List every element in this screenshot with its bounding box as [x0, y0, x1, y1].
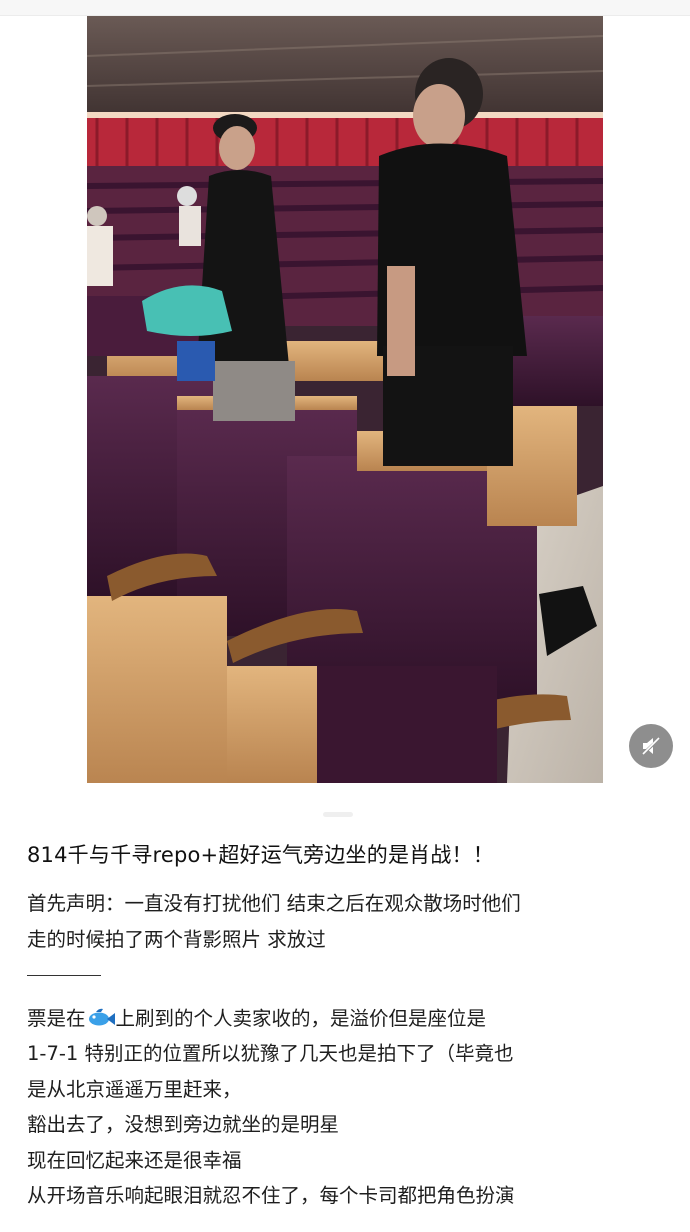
section-divider — [27, 957, 677, 993]
post-content: 814千与千寻repo+超好运气旁边坐的是肖战！！ 首先声明：一直没有打扰他们 … — [27, 840, 677, 1214]
bottom-edge — [0, 1222, 690, 1232]
intro-line-1: 首先声明：一直没有打扰他们 结束之后在观众散场时他们 — [27, 892, 521, 915]
ticket-line: 票是在 上刷到的个人卖家收的，是溢价但是座位是 — [27, 1001, 677, 1037]
ticket-prefix: 票是在 — [27, 1006, 86, 1030]
intro-line-2: 走的时候拍了两个背影照片 求放过 — [27, 927, 326, 951]
speaker-button[interactable] — [629, 724, 673, 768]
fish-icon — [86, 1007, 116, 1029]
pagination-dots — [323, 812, 353, 817]
recall-line: 现在回忆起来还是很幸福 — [27, 1148, 242, 1172]
out-line: 豁出去了，没想到旁边就坐的是明星 — [27, 1113, 340, 1136]
speaker-icon — [642, 737, 661, 755]
ticket-suffix: 上刷到的个人卖家收的，是溢价但是座位是 — [115, 1006, 487, 1030]
post-body: 首先声明：一直没有打扰他们 结束之后在观众散场时他们 走的时候拍了两个背影照片 … — [27, 886, 677, 1214]
seat-line: 1-7-1 特别正的位置所以犹豫了几天也是拍下了（毕竟也 — [27, 1042, 514, 1065]
beijing-line: 是从北京遥遥万里赶来， — [27, 1077, 242, 1101]
music-line: 从开场音乐响起眼泪就忍不住了，每个卡司都把角色扮演 — [27, 1184, 515, 1207]
top-bar — [0, 0, 690, 16]
theater-photo[interactable] — [87, 16, 603, 783]
post-title: 814千与千寻repo+超好运气旁边坐的是肖战！！ — [27, 843, 494, 867]
